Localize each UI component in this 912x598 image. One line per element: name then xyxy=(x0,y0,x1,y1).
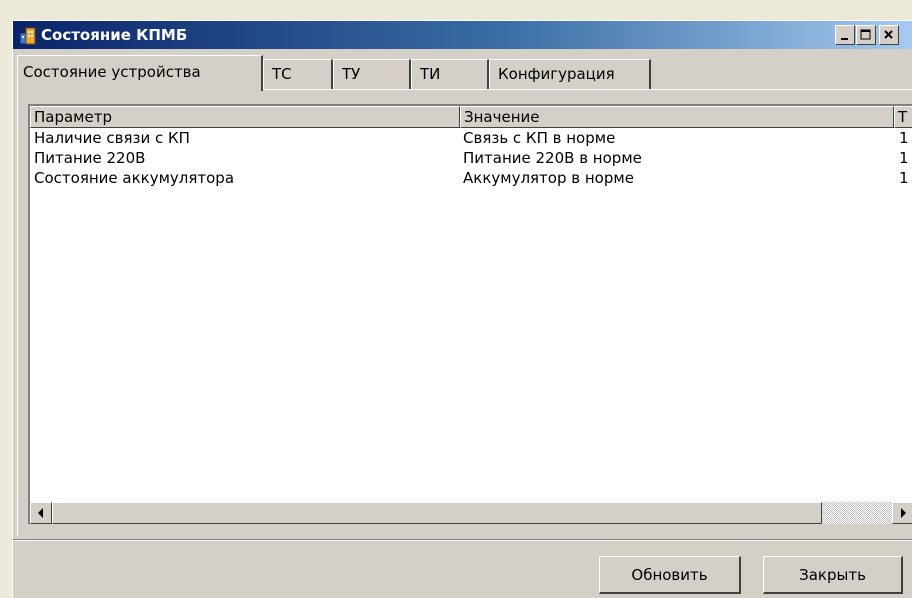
maximize-button[interactable] xyxy=(856,25,876,45)
tab-ti[interactable]: ТИ xyxy=(411,59,489,89)
minimize-icon xyxy=(841,38,848,40)
refresh-button[interactable]: Обновить xyxy=(599,556,741,594)
list-header: Параметр Значение Т xyxy=(30,106,912,128)
separator xyxy=(13,539,912,541)
kpmb-status-window: Состояние КПМБ Состояние устройства ТС Т… xyxy=(12,20,912,598)
cell-time: 1 xyxy=(899,129,909,147)
cell-value: Питание 220В в норме xyxy=(463,149,642,167)
horizontal-scrollbar[interactable] xyxy=(30,502,912,524)
tab-configuration[interactable]: Конфигурация xyxy=(489,59,651,89)
window-title: Состояние КПМБ xyxy=(41,26,188,44)
tab-strip: Состояние устройства ТС ТУ ТИ Конфигурац… xyxy=(13,55,912,91)
close-button[interactable]: Закрыть xyxy=(763,556,903,594)
building-icon xyxy=(19,27,36,45)
cell-parameter: Питание 220В xyxy=(34,149,146,167)
tab-device-status[interactable]: Состояние устройства xyxy=(17,55,263,91)
scroll-right-button[interactable] xyxy=(892,502,912,524)
cell-time: 1 xyxy=(899,149,909,167)
close-window-button[interactable] xyxy=(879,25,899,45)
column-header-parameter[interactable]: Параметр xyxy=(30,106,460,128)
column-header-time[interactable]: Т xyxy=(894,106,912,128)
maximize-icon xyxy=(860,29,871,40)
minimize-button[interactable] xyxy=(835,25,855,45)
column-header-value[interactable]: Значение xyxy=(460,106,894,128)
scroll-left-button[interactable] xyxy=(30,502,52,524)
tab-panel: Параметр Значение Т Наличие связи с КП С… xyxy=(17,89,912,536)
arrow-right-icon xyxy=(901,508,906,518)
cell-parameter: Состояние аккумулятора xyxy=(34,169,235,187)
tab-tu[interactable]: ТУ xyxy=(333,59,411,89)
table-row[interactable]: Состояние аккумулятора Аккумулятор в нор… xyxy=(30,168,912,188)
parameters-list[interactable]: Параметр Значение Т Наличие связи с КП С… xyxy=(28,104,912,524)
scrollbar-thumb[interactable] xyxy=(52,502,822,524)
arrow-left-icon xyxy=(38,508,43,518)
table-row[interactable]: Наличие связи с КП Связь с КП в норме 1 xyxy=(30,128,912,148)
cell-parameter: Наличие связи с КП xyxy=(34,129,190,147)
close-icon xyxy=(884,30,893,39)
cell-value: Аккумулятор в норме xyxy=(463,169,634,187)
tab-ts[interactable]: ТС xyxy=(263,59,333,89)
cell-time: 1 xyxy=(899,169,909,187)
table-row[interactable]: Питание 220В Питание 220В в норме 1 xyxy=(30,148,912,168)
title-bar[interactable]: Состояние КПМБ xyxy=(13,21,912,49)
cell-value: Связь с КП в норме xyxy=(463,129,616,147)
